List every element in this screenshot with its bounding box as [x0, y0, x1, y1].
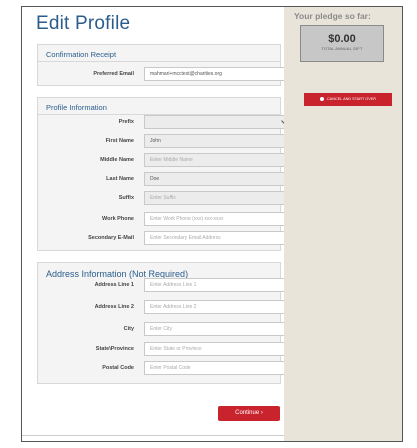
- address-line2-row: Address Line 2 Enter Address Line 2: [38, 300, 292, 315]
- profile-panel: Profile Information Prefix First Name Jo…: [37, 97, 292, 251]
- first-name-field[interactable]: John: [144, 134, 292, 148]
- first-name-label: First Name: [105, 138, 134, 144]
- work-phone-row: Work Phone Enter Work Phone (xxx) xxx-xx…: [38, 212, 292, 227]
- suffix-field[interactable]: Enter Suffix: [144, 191, 292, 205]
- address-line1-field[interactable]: Enter Address Line 1: [144, 278, 292, 292]
- address-line2-field[interactable]: Enter Address Line 2: [144, 300, 292, 314]
- address-line1-label: Address Line 1: [94, 282, 134, 288]
- city-row: City Enter City: [38, 322, 292, 337]
- preferred-email-label: Preferred Email: [93, 71, 134, 77]
- city-field[interactable]: Enter City: [144, 322, 292, 336]
- prefix-label: Prefix: [118, 119, 134, 125]
- postal-code-row: Postal Code Enter Postal Code: [38, 361, 292, 376]
- last-name-field[interactable]: Doe: [144, 172, 292, 186]
- divider: [38, 61, 280, 62]
- last-name-row: Last Name Doe: [38, 172, 292, 187]
- middle-name-field[interactable]: Enter Middle Name: [144, 153, 292, 167]
- middle-name-label: Middle Name: [100, 157, 134, 163]
- continue-button[interactable]: Continue ›: [218, 406, 280, 421]
- preferred-email-field[interactable]: mahmari+mcctest@charities.org: [144, 67, 292, 81]
- pledge-sidebar: Your pledge so far: $0.00 TOTAL ANNUAL G…: [284, 7, 402, 441]
- page-title: Edit Profile: [36, 13, 131, 34]
- last-name-label: Last Name: [106, 176, 134, 182]
- work-phone-label: Work Phone: [102, 216, 134, 222]
- state-row: State\Province Enter State or Province: [38, 342, 292, 357]
- confirmation-title: Confirmation Receipt: [46, 50, 117, 59]
- secondary-email-field[interactable]: Enter Secondary Email Address: [144, 231, 292, 245]
- postal-code-field[interactable]: Enter Postal Code: [144, 361, 292, 375]
- divider: [22, 435, 284, 436]
- pledge-amount: $0.00: [328, 33, 356, 45]
- address-line2-label: Address Line 2: [94, 304, 134, 310]
- work-phone-field[interactable]: Enter Work Phone (xxx) xxx-xxxx: [144, 212, 292, 226]
- suffix-row: Suffix Enter Suffix: [38, 191, 292, 206]
- circle-icon: [319, 96, 324, 101]
- postal-code-label: Postal Code: [102, 365, 134, 371]
- address-line1-row: Address Line 1 Enter Address Line 1: [38, 278, 292, 293]
- secondary-email-row: Secondary E-Mail Enter Secondary Email A…: [38, 231, 292, 246]
- pledge-title: Your pledge so far:: [294, 11, 371, 21]
- page-frame: Edit Profile Confirmation Receipt Prefer…: [21, 6, 403, 442]
- main-column: Edit Profile Confirmation Receipt Prefer…: [22, 7, 292, 441]
- state-field[interactable]: Enter State or Province: [144, 342, 292, 356]
- pledge-caption: TOTAL ANNUAL GIFT: [321, 47, 363, 51]
- cancel-button-label: CANCEL AND START OVER: [326, 97, 377, 101]
- state-label: State\Province: [95, 346, 134, 352]
- address-panel: Address Information (Not Required) Addre…: [37, 262, 292, 384]
- cancel-start-over-button[interactable]: CANCEL AND START OVER: [304, 93, 392, 106]
- preferred-email-row: Preferred Email mahmari+mcctest@charitie…: [38, 67, 292, 82]
- middle-name-row: Middle Name Enter Middle Name: [38, 153, 292, 168]
- suffix-label: Suffix: [118, 195, 134, 201]
- prefix-row: Prefix: [38, 115, 292, 130]
- profile-title: Profile Information: [46, 103, 107, 112]
- pledge-summary-box: $0.00 TOTAL ANNUAL GIFT: [300, 25, 384, 62]
- first-name-row: First Name John: [38, 134, 292, 149]
- city-label: City: [123, 326, 134, 332]
- prefix-select[interactable]: [144, 115, 292, 129]
- confirmation-panel: Confirmation Receipt Preferred Email mah…: [37, 44, 292, 86]
- secondary-email-label: Secondary E-Mail: [88, 235, 134, 241]
